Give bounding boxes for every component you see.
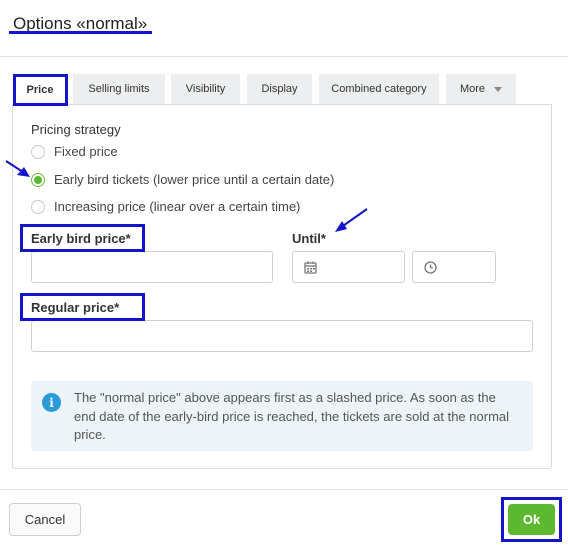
annotation-arrow-icon [5, 160, 368, 232]
